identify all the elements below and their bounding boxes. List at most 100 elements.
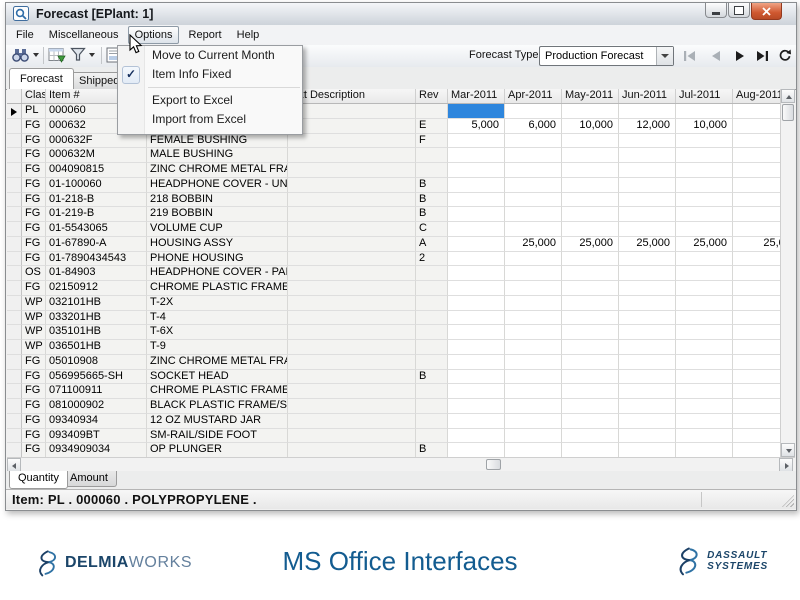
cell-jul-2011[interactable] — [676, 414, 733, 429]
column-header-jun-2011[interactable]: Jun-2011 — [619, 89, 676, 103]
table-row[interactable]: FG093409BTSM-RAIL/SIDE FOOT — [7, 429, 795, 444]
cell-jul-2011[interactable] — [676, 296, 733, 311]
table-row[interactable]: FG000632FFEMALE BUSHINGF — [7, 134, 795, 149]
cell-apr-2011[interactable] — [505, 311, 562, 326]
cell-apr-2011[interactable] — [505, 414, 562, 429]
cell-may-2011[interactable] — [562, 384, 619, 399]
row-selector[interactable] — [7, 119, 22, 134]
close-button[interactable] — [751, 3, 782, 20]
spreadsheet-export-icon[interactable] — [48, 47, 66, 68]
cell-mar-2011[interactable] — [448, 252, 505, 267]
cell-mar-2011[interactable] — [448, 355, 505, 370]
cell-apr-2011[interactable]: 6,000 — [505, 119, 562, 134]
cell-mar-2011[interactable] — [448, 207, 505, 222]
cell-jul-2011[interactable] — [676, 370, 733, 385]
cell-may-2011[interactable] — [562, 370, 619, 385]
cell-may-2011[interactable] — [562, 134, 619, 149]
cell-jun-2011[interactable] — [619, 355, 676, 370]
cell-jun-2011[interactable] — [619, 266, 676, 281]
cell-mar-2011[interactable] — [448, 340, 505, 355]
cell-jul-2011[interactable] — [676, 178, 733, 193]
cell-jun-2011[interactable] — [619, 325, 676, 340]
row-selector[interactable] — [7, 281, 22, 296]
row-selector[interactable] — [7, 222, 22, 237]
table-row[interactable]: FG071100911CHROME PLASTIC FRAME/... — [7, 384, 795, 399]
row-selector[interactable] — [7, 370, 22, 385]
menu-file[interactable]: File — [10, 27, 40, 43]
tab-forecast[interactable]: Forecast — [9, 68, 74, 89]
cell-mar-2011[interactable] — [448, 311, 505, 326]
cell-apr-2011[interactable] — [505, 266, 562, 281]
maximize-button[interactable] — [728, 3, 750, 18]
cell-jul-2011[interactable] — [676, 193, 733, 208]
row-selector[interactable] — [7, 252, 22, 267]
cell-apr-2011[interactable] — [505, 355, 562, 370]
cell-jun-2011[interactable] — [619, 163, 676, 178]
cell-jul-2011[interactable] — [676, 163, 733, 178]
cell-may-2011[interactable] — [562, 178, 619, 193]
cell-may-2011[interactable] — [562, 193, 619, 208]
cell-mar-2011[interactable] — [448, 325, 505, 340]
cell-jul-2011[interactable] — [676, 399, 733, 414]
table-row[interactable]: FG000632MMALE BUSHING — [7, 148, 795, 163]
cell-mar-2011[interactable] — [448, 148, 505, 163]
cell-jul-2011[interactable] — [676, 384, 733, 399]
row-selector[interactable] — [7, 429, 22, 444]
cell-jun-2011[interactable] — [619, 296, 676, 311]
title-bar[interactable]: Forecast [EPlant: 1] — [6, 3, 796, 26]
cell-apr-2011[interactable] — [505, 148, 562, 163]
menu-item-move-to-current-month[interactable]: Move to Current Month — [118, 46, 302, 65]
cell-may-2011[interactable] — [562, 311, 619, 326]
column-header-ext-description[interactable]: Ext Description — [288, 89, 416, 103]
table-row[interactable]: FG05010908ZINC CHROME METAL FRA... — [7, 355, 795, 370]
cell-jul-2011[interactable] — [676, 134, 733, 149]
row-selector[interactable] — [7, 163, 22, 178]
cell-mar-2011[interactable] — [448, 104, 505, 119]
table-row[interactable]: WP035101HBT-6X — [7, 325, 795, 340]
scroll-up-button[interactable] — [781, 89, 795, 103]
cell-apr-2011[interactable]: 25,000 — [505, 237, 562, 252]
table-row[interactable]: OS01-84903HEADPHONE COVER - PAIN... — [7, 266, 795, 281]
cell-jul-2011[interactable] — [676, 252, 733, 267]
cell-apr-2011[interactable] — [505, 443, 562, 457]
row-selector[interactable] — [7, 311, 22, 326]
row-selector[interactable] — [7, 266, 22, 281]
row-selector[interactable] — [7, 325, 22, 340]
cell-jul-2011[interactable] — [676, 443, 733, 457]
cell-mar-2011[interactable] — [448, 163, 505, 178]
vertical-scroll-thumb[interactable] — [782, 104, 794, 121]
cell-mar-2011[interactable] — [448, 281, 505, 296]
column-header-apr-2011[interactable]: Apr-2011 — [505, 89, 562, 103]
cell-may-2011[interactable] — [562, 429, 619, 444]
row-selector[interactable] — [7, 237, 22, 252]
column-header-class[interactable]: Class — [22, 89, 46, 103]
table-row[interactable]: FG02150912CHROME PLASTIC FRAME/... — [7, 281, 795, 296]
cell-mar-2011[interactable] — [448, 134, 505, 149]
cell-jul-2011[interactable] — [676, 355, 733, 370]
cell-jun-2011[interactable] — [619, 222, 676, 237]
row-selector[interactable] — [7, 193, 22, 208]
cell-jul-2011[interactable] — [676, 148, 733, 163]
cell-may-2011[interactable] — [562, 281, 619, 296]
row-selector[interactable] — [7, 399, 22, 414]
cell-apr-2011[interactable] — [505, 399, 562, 414]
row-selector[interactable] — [7, 443, 22, 457]
cell-mar-2011[interactable] — [448, 222, 505, 237]
cell-may-2011[interactable] — [562, 296, 619, 311]
menu-help[interactable]: Help — [231, 27, 266, 43]
vertical-scrollbar[interactable] — [780, 89, 795, 457]
table-row[interactable]: FG01-218-B218 BOBBINB — [7, 193, 795, 208]
cell-apr-2011[interactable] — [505, 340, 562, 355]
cell-jun-2011[interactable] — [619, 281, 676, 296]
tab-amount[interactable]: Amount — [61, 471, 117, 487]
table-row[interactable]: FG01-219-B219 BOBBINB — [7, 207, 795, 222]
cell-may-2011[interactable] — [562, 266, 619, 281]
menu-item-item-info-fixed[interactable]: ✓ Item Info Fixed — [118, 65, 302, 84]
cell-jun-2011[interactable]: 12,000 — [619, 119, 676, 134]
cell-jun-2011[interactable] — [619, 148, 676, 163]
cell-jun-2011[interactable] — [619, 252, 676, 267]
minimize-button[interactable] — [705, 3, 727, 18]
cell-jun-2011[interactable] — [619, 178, 676, 193]
cell-mar-2011[interactable] — [448, 296, 505, 311]
table-row[interactable]: FG004090815ZINC CHROME METAL FRA... — [7, 163, 795, 178]
